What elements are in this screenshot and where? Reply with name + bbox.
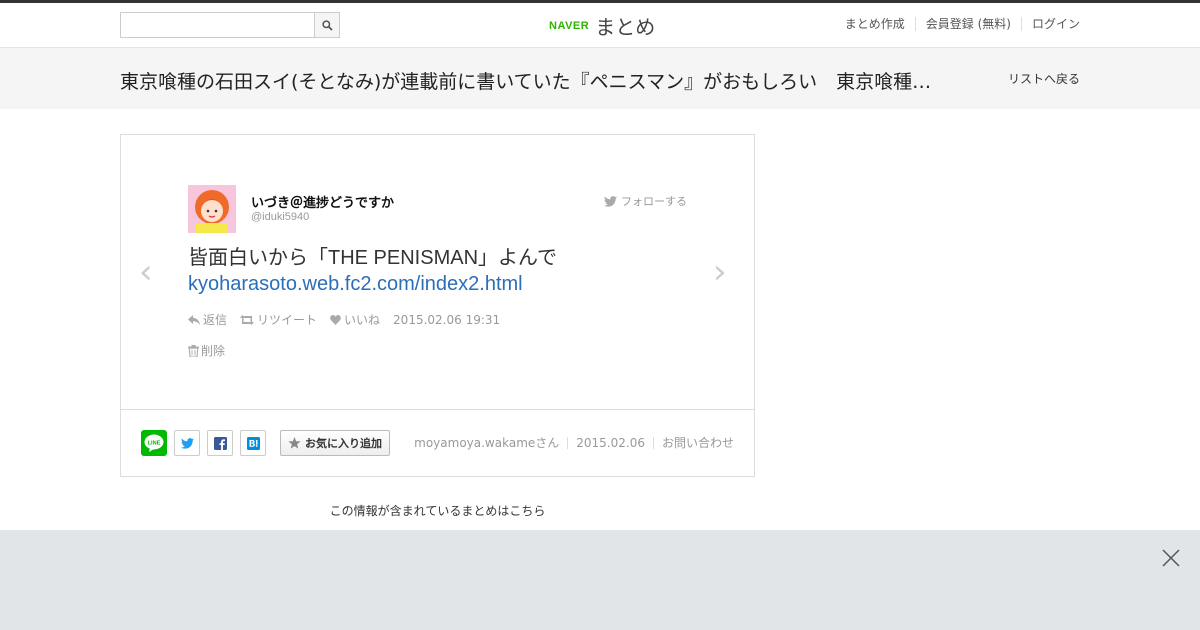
title-bar: 東京喰種の石田スイ(そとなみ)が連載前に書いていた『ペニスマン』がおもしろい 東… — [0, 48, 1200, 109]
nav-create-link[interactable]: まとめ作成 — [835, 17, 915, 31]
contact-link[interactable]: お問い合わせ — [652, 437, 734, 449]
twitter-bird-icon — [604, 195, 617, 207]
avatar[interactable] — [188, 185, 236, 233]
embedded-tweet: ‹ › いづき＠進捗どうですか @iduki5940 フォローする 皆面白いから — [121, 135, 754, 410]
search-input[interactable] — [121, 13, 315, 37]
tweet-text: 皆面白いから「THE PENISMAN」よんで kyoharasoto.web.… — [188, 245, 708, 297]
like-label: いいね — [344, 313, 381, 327]
next-arrow-icon[interactable]: › — [713, 255, 727, 289]
reply-icon — [188, 314, 200, 325]
delete-label: 削除 — [201, 344, 226, 358]
prev-arrow-icon[interactable]: ‹ — [139, 255, 153, 289]
line-icon: LINE — [144, 434, 164, 452]
logo-name: まとめ — [595, 15, 656, 39]
facebook-share-button[interactable] — [207, 430, 233, 456]
search-icon — [321, 19, 333, 31]
twitter-icon — [180, 437, 194, 449]
facebook-icon — [213, 436, 227, 450]
trash-icon — [188, 344, 199, 357]
item-date: 2015.02.06 — [567, 437, 653, 449]
reply-label: 返信 — [203, 313, 228, 327]
retweet-button[interactable]: リツイート — [240, 311, 317, 328]
follow-button[interactable]: フォローする — [604, 193, 687, 209]
nav-register-link[interactable]: 会員登録 (無料) — [914, 17, 1021, 31]
tweet-timestamp[interactable]: 2015.02.06 19:31 — [393, 313, 500, 327]
heart-icon — [330, 314, 341, 325]
site-logo[interactable]: NAVER まとめ — [549, 11, 655, 40]
nav-login-link[interactable]: ログイン — [1020, 17, 1080, 31]
reply-button[interactable]: 返信 — [188, 311, 227, 328]
close-icon[interactable] — [1161, 548, 1181, 568]
line-share-button[interactable]: LINE — [141, 430, 167, 456]
line-icon-text: LINE — [148, 440, 161, 446]
item-meta: moyamoya.wakameさん 2015.02.06 お問い合わせ — [406, 437, 734, 449]
tweet-body: 皆面白いから「THE PENISMAN」よんで — [188, 247, 558, 269]
retweet-icon — [240, 314, 255, 325]
tweet-card: ‹ › いづき＠進捗どうですか @iduki5940 フォローする 皆面白いから — [120, 134, 755, 477]
add-favorite-label: お気に入り追加 — [305, 437, 382, 450]
tweet-actions: 返信 リツイート いいね 2015.02.06 19:31 — [188, 311, 500, 328]
search-button[interactable] — [314, 13, 339, 37]
like-button[interactable]: いいね — [330, 311, 380, 328]
page-title[interactable]: 東京喰種の石田スイ(そとなみ)が連載前に書いていた『ペニスマン』がおもしろい 東… — [120, 67, 940, 94]
hatena-bookmark-icon — [246, 436, 260, 450]
tweet-author-handle[interactable]: @iduki5940 — [251, 211, 309, 223]
add-favorite-button[interactable]: お気に入り追加 — [280, 430, 390, 456]
star-icon — [288, 437, 301, 449]
site-header: NAVER まとめ まとめ作成 会員登録 (無料) ログイン — [0, 3, 1200, 48]
share-buttons: LINE お気に入り追加 — [141, 430, 390, 456]
ad-banner — [0, 530, 1200, 630]
follow-label: フォローする — [621, 195, 687, 208]
twitter-share-button[interactable] — [174, 430, 200, 456]
tweet-author-name[interactable]: いづき＠進捗どうですか — [251, 192, 394, 211]
header-nav: まとめ作成 会員登録 (無料) ログイン — [835, 17, 1080, 31]
hatena-bookmark-button[interactable] — [240, 430, 266, 456]
retweet-label: リツイート — [257, 313, 318, 327]
back-to-list-link[interactable]: リストへ戻る — [1008, 70, 1080, 87]
delete-button[interactable]: 削除 — [188, 342, 225, 359]
logo-brand: NAVER — [549, 19, 590, 32]
related-matome-text[interactable]: この情報が含まれているまとめはこちら — [120, 502, 755, 519]
tweet-link[interactable]: kyoharasoto.web.fc2.com/index2.html — [188, 271, 708, 297]
curator-link[interactable]: moyamoya.wakameさん — [406, 437, 567, 449]
search-box — [120, 12, 340, 38]
